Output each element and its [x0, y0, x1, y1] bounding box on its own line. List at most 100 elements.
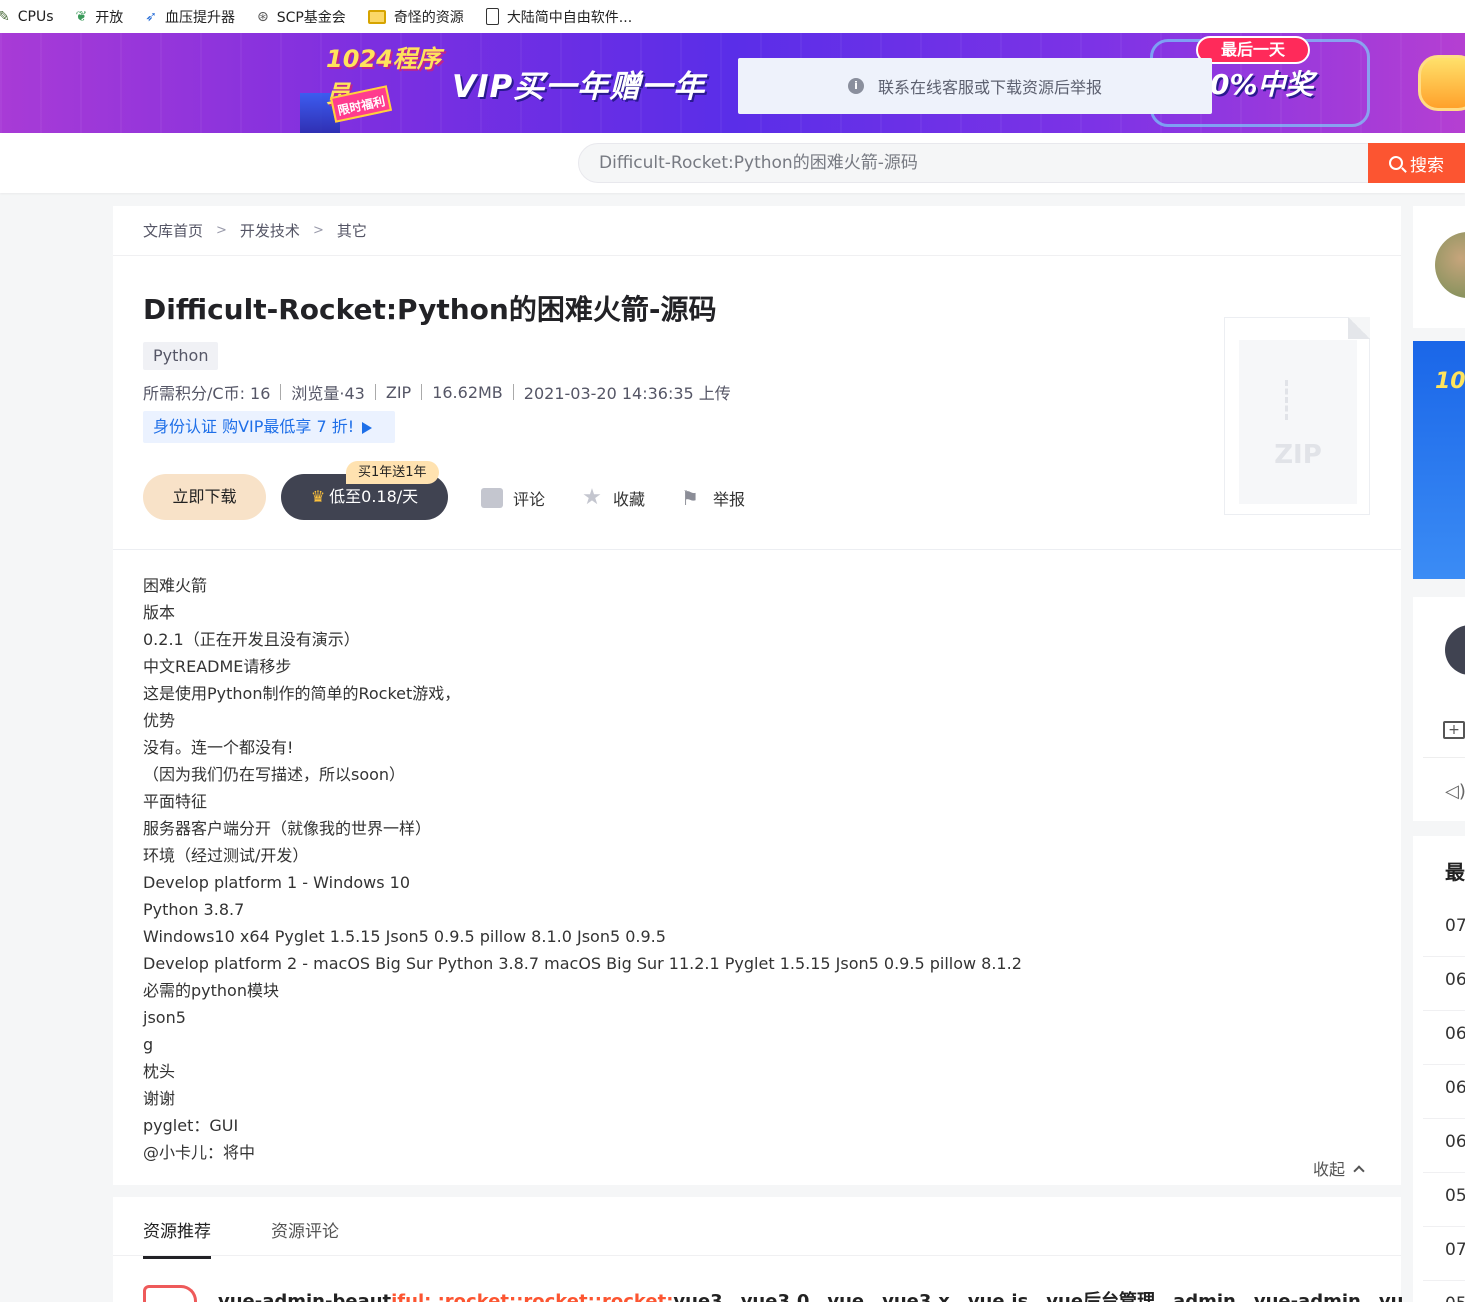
divider: [113, 549, 1401, 550]
recommend-title-highlight: iful: :rocket::rocket::rocket:: [391, 1291, 674, 1302]
search-input[interactable]: Difficult-Rocket:Python的困难火箭-源码: [578, 143, 1370, 183]
meta-upload-time: 2021-03-20 14:36:35 上传: [523, 384, 731, 403]
meta-divider: [421, 384, 423, 400]
divider: [1423, 956, 1465, 957]
meta-points: 所需积分/C币: 16: [143, 384, 271, 403]
breadcrumb-home[interactable]: 文库首页: [143, 220, 203, 241]
banner-last-day: 最后一天: [1196, 36, 1310, 64]
collapse-label: 收起: [1313, 1160, 1346, 1179]
description-line: （因为我们仍在写描述，所以soon）: [143, 765, 406, 784]
breadcrumb-dev[interactable]: 开发技术: [240, 220, 300, 241]
description-line: g: [143, 1035, 154, 1054]
bookmark-scp[interactable]: ⊛ SCP基金会: [257, 7, 346, 27]
chevron-right-icon: >: [312, 223, 324, 238]
bookmark-bp[interactable]: ➶ 血压提升器: [145, 7, 235, 27]
description-line: 没有。连一个都没有!: [143, 738, 294, 757]
tag-python[interactable]: Python: [143, 342, 219, 370]
add-folder-icon[interactable]: +: [1443, 721, 1465, 739]
divider: [1423, 1010, 1465, 1011]
latest-item-date[interactable]: 05: [1445, 1294, 1465, 1302]
resource-card: 文库首页 > 开发技术 > 其它 Difficult-Rocket:Python…: [113, 206, 1401, 1185]
page-icon: [485, 8, 499, 25]
divider: [113, 1255, 1401, 1256]
banner-brand: 1024程序员: [326, 45, 441, 108]
folder-icon: [367, 9, 386, 24]
file-type-label: ZIP: [1274, 440, 1322, 470]
tab-comments[interactable]: 资源评论: [271, 1217, 339, 1259]
recommend-panel: 资源推荐 资源评论 vue-admin-beautiful: :rocket::…: [113, 1197, 1403, 1302]
file-thumbnail: ZIP: [1224, 317, 1370, 515]
comment-button[interactable]: 评论: [481, 486, 545, 510]
latest-item-date[interactable]: 06: [1445, 1078, 1465, 1098]
divider: [1423, 1280, 1465, 1281]
latest-item-date[interactable]: 05: [1445, 1186, 1465, 1206]
bookmark-label: 奇怪的资源: [393, 9, 464, 26]
avatar[interactable]: [1435, 232, 1465, 298]
description-line: json5: [143, 1008, 186, 1027]
search-button[interactable]: 搜索: [1368, 143, 1465, 183]
meta-divider: [374, 384, 376, 400]
description-line: 服务器客户端分开（就像我的世界一样）: [143, 819, 432, 838]
comment-label: 评论: [513, 490, 546, 509]
report-button[interactable]: ⚑ 举报: [681, 486, 745, 510]
latest-item-date[interactable]: 07: [1445, 1240, 1465, 1260]
zipper-icon: [1285, 380, 1311, 420]
description-line: @小卡儿：将中: [143, 1143, 256, 1162]
resource-description: 困难火箭 版本 0.2.1（正在开发且没有演示） 中文README请移步 这是使用Pyt…: [143, 572, 1022, 1166]
breadcrumb-other[interactable]: 其它: [337, 220, 367, 241]
tab-recommend[interactable]: 资源推荐: [143, 1217, 211, 1259]
page-title: Difficult-Rocket:Python的困难火箭-源码: [143, 293, 717, 326]
divider: [1423, 1118, 1465, 1119]
report-notice-text: 联系在线客服或下载资源后举报: [877, 78, 1102, 97]
banner-win-text: 0%中奖: [1210, 68, 1314, 101]
promo-banner[interactable]: 1024程序员 限时福利 VIP买一年赠一年 最后一天 0%中奖: [0, 33, 1465, 133]
description-line: 必需的python模块: [143, 981, 279, 1000]
divider: [113, 255, 1401, 256]
latest-item-date[interactable]: 06: [1445, 970, 1465, 990]
collapse-button[interactable]: 收起: [1313, 1156, 1365, 1180]
recommend-tabs: 资源推荐 资源评论: [143, 1217, 399, 1259]
vip-promo-link[interactable]: 身份认证 购VIP最低享 7 折!: [143, 411, 395, 443]
resource-meta: 所需积分/C币: 16 浏览量·43 ZIP 16.62MB 2021-03-2…: [143, 380, 731, 404]
latest-item-date[interactable]: 06: [1445, 1132, 1465, 1152]
divider: [1423, 1226, 1465, 1227]
banner-cta-button[interactable]: [1418, 55, 1465, 111]
bookmark-label: SCP基金会: [276, 9, 346, 26]
search-button-label: 搜索: [1410, 155, 1444, 176]
star-icon: ★: [582, 485, 602, 510]
description-line: 中文README请移步: [143, 657, 292, 676]
description-line: 版本: [143, 603, 176, 622]
description-line: 0.2.1（正在开发且没有演示）: [143, 630, 360, 649]
latest-item-date[interactable]: 07: [1445, 916, 1465, 936]
divider: [1423, 1172, 1465, 1173]
meta-type: ZIP: [385, 382, 412, 402]
flag-icon: ⚑: [681, 486, 699, 510]
meta-divider: [280, 384, 282, 400]
sidebar-tools: + ◁): [1413, 597, 1465, 821]
bookmark-open[interactable]: ❦ 开放: [76, 7, 124, 27]
divider: [1423, 1064, 1465, 1065]
latest-panel: 最 07 06 06 06 06 05 07 05: [1413, 836, 1465, 1302]
report-label: 举报: [713, 490, 746, 509]
bookmark-cpus[interactable]: ✎ CPUs: [0, 9, 54, 25]
download-button[interactable]: 立即下载: [143, 474, 266, 520]
search-icon: [1389, 156, 1403, 170]
sidebar-ad-text: 102: [1435, 369, 1465, 394]
leaf-icon: ❦: [75, 8, 88, 25]
description-line: 环境（经过测试/开发）: [143, 846, 309, 865]
vip-promo-text: 身份认证 购VIP最低享 7 折!: [153, 417, 355, 436]
sidebar-ad[interactable]: 102: [1413, 341, 1465, 579]
description-line: Develop platform 1 - Windows 10: [143, 873, 411, 892]
latest-heading: 最: [1445, 860, 1465, 884]
user-avatar[interactable]: [1445, 625, 1465, 675]
bookmark-folder[interactable]: 奇怪的资源: [367, 7, 464, 27]
bookmark-free-software[interactable]: 大陆简中自由软件...: [485, 7, 633, 27]
scp-icon: ⊛: [256, 8, 269, 25]
latest-item-date[interactable]: 06: [1445, 1024, 1465, 1044]
speaker-icon[interactable]: ◁): [1445, 781, 1465, 802]
description-line: Windows10 x64 Pyglet 1.5.15 Json5 0.9.5 …: [143, 927, 666, 946]
favorite-button[interactable]: ★ 收藏: [581, 486, 645, 510]
play-icon: [362, 421, 373, 434]
recommend-item-title[interactable]: vue-admin-beautiful: :rocket::rocket::ro…: [218, 1287, 1403, 1302]
bookmark-label: 大陆简中自由软件...: [506, 9, 633, 26]
